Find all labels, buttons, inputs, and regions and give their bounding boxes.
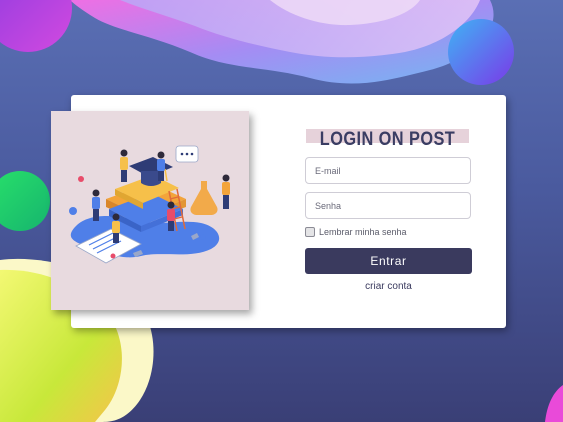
- remember-checkbox[interactable]: [305, 227, 315, 237]
- create-account-link[interactable]: criar conta: [305, 281, 472, 292]
- remember-password[interactable]: Lembrar minha senha: [305, 226, 407, 238]
- login-title: LOGIN ON POST: [319, 129, 456, 150]
- illustration-panel: [51, 111, 249, 310]
- login-button[interactable]: Entrar: [305, 248, 472, 274]
- remember-label: Lembrar minha senha: [319, 227, 407, 237]
- email-field[interactable]: [305, 157, 471, 184]
- password-field[interactable]: [305, 192, 471, 219]
- education-illustration-icon: [69, 145, 230, 264]
